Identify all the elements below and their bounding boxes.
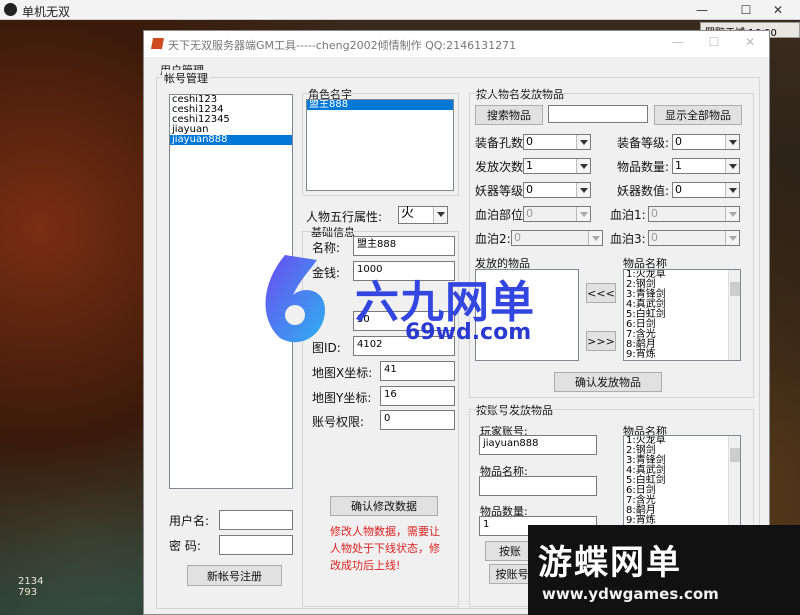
- account-item-names-scrollbar[interactable]: [728, 436, 740, 526]
- modify-note: 修改人物数据，需要让人物处于下线状态，修改成功后上线!: [330, 525, 440, 572]
- confirm-send-button[interactable]: 确认发放物品: [554, 372, 662, 392]
- send-times-label: 发放次数:: [475, 160, 528, 174]
- watermark2-banner: 游蝶网单 www.ydwgames.com: [528, 525, 800, 615]
- send-times-select[interactable]: 1: [523, 158, 591, 174]
- equip-holes-value: 0: [526, 135, 533, 148]
- demon-value-label: 妖器数值:: [617, 184, 670, 198]
- item-qty-select[interactable]: 1: [672, 158, 740, 174]
- item-names-list[interactable]: 1:火龙草 2:钢剑 3:青锋剑 4:真武剑 5:白虹剑 6:日剑 7:含光 8…: [623, 269, 741, 361]
- watermark2-text: 游蝶网单: [538, 543, 682, 583]
- equip-level-value: 0: [675, 135, 682, 148]
- outer-window-title: 单机无双: [22, 5, 71, 19]
- app-close-button[interactable]: ✕: [732, 35, 768, 53]
- perm-label: 账号权限:: [312, 415, 365, 429]
- move-left-button[interactable]: <<<: [586, 283, 616, 303]
- item-search-input[interactable]: [548, 105, 648, 123]
- demon-level-select[interactable]: 0: [523, 182, 591, 198]
- app-title: 天下无双服务器端GM工具-----cheng2002倾情制作 QQ:214613…: [168, 39, 517, 52]
- blood1-select[interactable]: 0: [648, 206, 740, 222]
- search-item-button[interactable]: 搜索物品: [475, 105, 543, 125]
- account-item-names-list[interactable]: 1:火龙草 2:钢剑 3:青锋剑 4:真武剑 5:白虹剑 6:日剑 7:含光 8…: [623, 435, 741, 527]
- move-right-button[interactable]: >>>: [586, 331, 616, 351]
- close-button[interactable]: ✕: [756, 0, 800, 20]
- list-item-selected[interactable]: 盟主888: [307, 100, 453, 110]
- watermark-url: 69wd.com: [405, 320, 532, 345]
- blood1-value: 0: [651, 207, 658, 220]
- item-qty-label: 物品数量:: [617, 160, 670, 174]
- password-label: 密 码:: [169, 539, 201, 553]
- show-all-items-button[interactable]: 显示全部物品: [654, 105, 742, 125]
- blood3-value: 0: [651, 231, 658, 244]
- element-select[interactable]: 火: [398, 206, 448, 224]
- blood-part-value: 0: [526, 207, 533, 220]
- game-app-icon: [4, 3, 17, 16]
- equip-holes-select[interactable]: 0: [523, 134, 591, 150]
- outer-titlebar: 单机无双 — ☐ ✕: [0, 0, 800, 20]
- player-account-input[interactable]: jiayuan888: [479, 435, 597, 455]
- demon-level-value: 0: [526, 183, 533, 196]
- send-times-value: 1: [526, 159, 533, 172]
- map-x-input[interactable]: 41: [380, 361, 455, 381]
- watermark-logo-icon: [265, 255, 325, 343]
- blood2-value: 0: [514, 231, 521, 244]
- app-minimize-button[interactable]: —: [660, 35, 696, 53]
- element-value: 火: [401, 206, 415, 221]
- app-icon: [151, 38, 164, 49]
- blood3-label: 血泊3:: [610, 232, 646, 246]
- role-list[interactable]: 盟主888: [306, 99, 454, 191]
- hp-stat: 2134: [18, 576, 44, 587]
- item-qty-value: 1: [675, 159, 682, 172]
- blood-part-select[interactable]: 0: [523, 206, 591, 222]
- register-button[interactable]: 新帐号注册: [187, 565, 282, 586]
- hud-stats: 2134 793: [18, 576, 43, 598]
- demon-value-select[interactable]: 0: [672, 182, 740, 198]
- equip-holes-label: 装备孔数:: [475, 136, 528, 150]
- blood2-label: 血泊2:: [475, 232, 511, 246]
- password-input[interactable]: [219, 535, 293, 555]
- map-y-label: 地图Y坐标:: [312, 391, 372, 405]
- equip-level-select[interactable]: 0: [672, 134, 740, 150]
- element-label: 人物五行属性:: [306, 210, 383, 224]
- scroll-thumb[interactable]: [730, 282, 740, 296]
- blood2-select[interactable]: 0: [511, 230, 603, 246]
- blood3-select[interactable]: 0: [648, 230, 740, 246]
- map-x-label: 地图X坐标:: [312, 366, 373, 380]
- blood1-label: 血泊1:: [610, 208, 646, 222]
- map-y-input[interactable]: 16: [380, 386, 455, 406]
- demon-level-label: 妖器等级:: [475, 184, 528, 198]
- list-item[interactable]: 9:宵炼: [624, 350, 740, 360]
- list-item-selected[interactable]: jiayuan888: [170, 135, 292, 145]
- confirm-modify-button[interactable]: 确认修改数据: [330, 496, 438, 516]
- blood-part-label: 血泊部位:: [475, 208, 528, 222]
- equip-level-label: 装备等级:: [617, 136, 670, 150]
- item-names-scrollbar[interactable]: [728, 270, 740, 360]
- item-name-input[interactable]: [479, 476, 597, 496]
- minimize-button[interactable]: —: [680, 0, 724, 20]
- scroll-thumb[interactable]: [730, 448, 740, 462]
- account-mgmt-legend: 帐号管理: [162, 70, 210, 86]
- name-input[interactable]: 盟主888: [353, 236, 455, 256]
- username-input[interactable]: [219, 510, 293, 530]
- perm-input[interactable]: 0: [380, 410, 455, 430]
- username-label: 用户名:: [169, 514, 210, 528]
- watermark2-url: www.ydwgames.com: [542, 585, 719, 603]
- demon-value-value: 0: [675, 183, 682, 196]
- app-titlebar: 天下无双服务器端GM工具-----cheng2002倾情制作 QQ:214613…: [144, 31, 769, 57]
- mp-stat: 793: [18, 587, 38, 598]
- app-maximize-button[interactable]: ☐: [696, 35, 732, 53]
